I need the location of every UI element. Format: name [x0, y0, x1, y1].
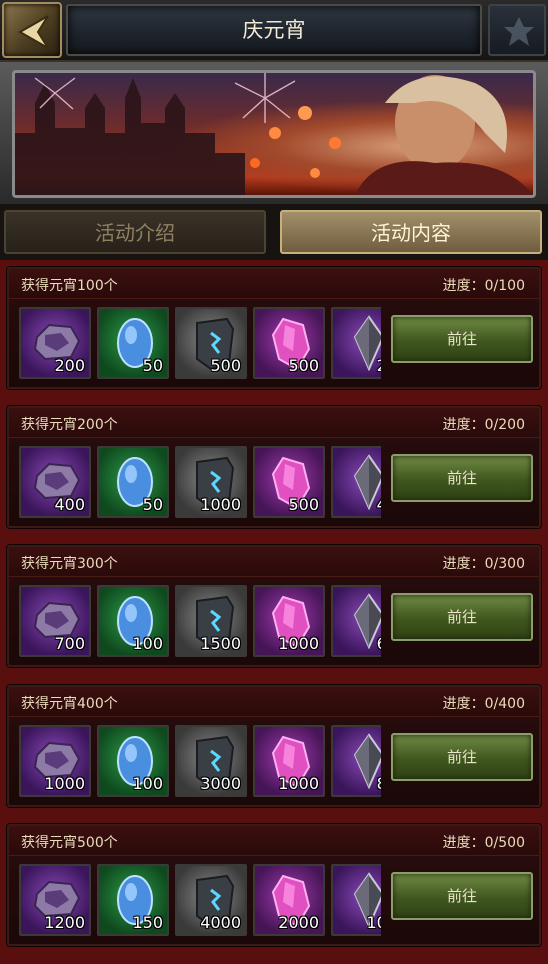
reward-item-slot[interactable]: 100	[97, 725, 169, 797]
reward-card-progress: 进度：0/100	[442, 278, 525, 294]
reward-card-title: 获得元宵400个	[21, 696, 118, 712]
reward-item-quantity: 1000	[278, 634, 319, 653]
reward-item-quantity: 100	[132, 774, 163, 793]
reward-item-quantity: 1000	[278, 774, 319, 793]
reward-item-slot[interactable]: 1000	[19, 725, 91, 797]
reward-card-progress: 进度：0/400	[442, 696, 525, 712]
reward-card: 获得元宵500个 进度：0/500 1200 150 4000 2000 100 前往	[7, 824, 541, 946]
reward-card-title: 获得元宵200个	[21, 417, 118, 433]
reward-item-quantity: 500	[288, 356, 319, 375]
reward-item-quantity: 100	[132, 634, 163, 653]
reward-item-quantity: 500	[210, 356, 241, 375]
reward-item-quantity: 200	[54, 356, 85, 375]
reward-item-quantity: 50	[142, 495, 163, 514]
reward-items: 1200 150 4000 2000 100	[17, 862, 381, 938]
back-button[interactable]	[2, 2, 62, 58]
reward-item-quantity: 3000	[200, 774, 241, 793]
reward-item-slot[interactable]: 500	[253, 446, 325, 518]
reward-card-title: 获得元宵500个	[21, 835, 118, 851]
reward-item-quantity: 20	[377, 356, 381, 375]
reward-card-progress: 进度：0/200	[442, 417, 525, 433]
reward-item-slot[interactable]: 400	[19, 446, 91, 518]
reward-item-slot[interactable]: 1000	[253, 725, 325, 797]
reward-item-quantity: 500	[288, 495, 319, 514]
reward-item-quantity: 40	[377, 495, 381, 514]
reward-card-header: 获得元宵400个 进度：0/400	[9, 687, 539, 717]
reward-card-title: 获得元宵300个	[21, 556, 118, 572]
reward-item-quantity: 4000	[200, 913, 241, 932]
reward-items: 200 50 500 500 20	[17, 305, 381, 381]
event-banner-image	[12, 70, 536, 198]
reward-item-quantity: 150	[132, 913, 163, 932]
reward-item-slot[interactable]: 150	[97, 864, 169, 936]
reward-card-header: 获得元宵100个 进度：0/100	[9, 269, 539, 299]
reward-item-quantity: 100	[366, 913, 381, 932]
go-button[interactable]: 前往	[391, 733, 533, 781]
tab-intro[interactable]: 活动介绍	[4, 210, 266, 254]
reward-card-progress: 进度：0/300	[442, 556, 525, 572]
reward-card-header: 获得元宵200个 进度：0/200	[9, 408, 539, 438]
reward-item-slot[interactable]: 2000	[253, 864, 325, 936]
reward-card: 获得元宵200个 进度：0/200 400 50 1000 500 40 前往	[7, 406, 541, 528]
reward-item-quantity: 1000	[44, 774, 85, 793]
reward-item-slot[interactable]: 20	[331, 307, 381, 379]
reward-item-slot[interactable]: 1500	[175, 585, 247, 657]
reward-item-quantity: 80	[377, 774, 381, 793]
reward-items: 400 50 1000 500 40	[17, 444, 381, 520]
reward-item-slot[interactable]: 40	[331, 446, 381, 518]
reward-item-quantity: 700	[54, 634, 85, 653]
reward-items: 1000 100 3000 1000 80	[17, 723, 381, 799]
reward-item-quantity: 1200	[44, 913, 85, 932]
top-bar: 庆元宵	[0, 0, 548, 62]
reward-card-progress: 进度：0/500	[442, 835, 525, 851]
reward-item-slot[interactable]: 4000	[175, 864, 247, 936]
reward-item-slot[interactable]: 500	[175, 307, 247, 379]
reward-item-slot[interactable]: 1000	[253, 585, 325, 657]
reward-item-slot[interactable]: 1000	[175, 446, 247, 518]
reward-item-slot[interactable]: 700	[19, 585, 91, 657]
reward-item-slot[interactable]: 500	[253, 307, 325, 379]
reward-item-slot[interactable]: 50	[97, 307, 169, 379]
reward-card: 获得元宵300个 进度：0/300 700 100 1500 1000 60 前往	[7, 545, 541, 667]
tab-content-active[interactable]: 活动内容	[280, 210, 542, 254]
go-button[interactable]: 前往	[391, 315, 533, 363]
go-button[interactable]: 前往	[391, 454, 533, 502]
reward-item-slot[interactable]: 50	[97, 446, 169, 518]
reward-card-title: 获得元宵100个	[21, 278, 118, 294]
reward-item-quantity: 50	[142, 356, 163, 375]
reward-item-slot[interactable]: 1200	[19, 864, 91, 936]
reward-item-quantity: 60	[377, 634, 381, 653]
go-button[interactable]: 前往	[391, 593, 533, 641]
reward-item-quantity: 400	[54, 495, 85, 514]
reward-item-slot[interactable]: 100	[97, 585, 169, 657]
reward-card: 获得元宵100个 进度：0/100 200 50 500 500 20 前往	[7, 267, 541, 389]
reward-card-header: 获得元宵300个 进度：0/300	[9, 547, 539, 577]
reward-item-slot[interactable]: 3000	[175, 725, 247, 797]
reward-items: 700 100 1500 1000 60	[17, 583, 381, 659]
emblem-icon	[488, 4, 546, 56]
go-button[interactable]: 前往	[391, 872, 533, 920]
reward-item-quantity: 1500	[200, 634, 241, 653]
reward-card-header: 获得元宵500个 进度：0/500	[9, 826, 539, 856]
reward-item-slot[interactable]: 60	[331, 585, 381, 657]
page-title: 庆元宵	[66, 4, 482, 56]
reward-card: 获得元宵400个 进度：0/400 1000 100 3000 1000 80 前往	[7, 685, 541, 807]
reward-item-slot[interactable]: 80	[331, 725, 381, 797]
chevron-left-icon	[17, 15, 49, 49]
reward-item-slot[interactable]: 200	[19, 307, 91, 379]
reward-item-quantity: 2000	[278, 913, 319, 932]
reward-item-quantity: 1000	[200, 495, 241, 514]
reward-item-slot[interactable]: 100	[331, 864, 381, 936]
